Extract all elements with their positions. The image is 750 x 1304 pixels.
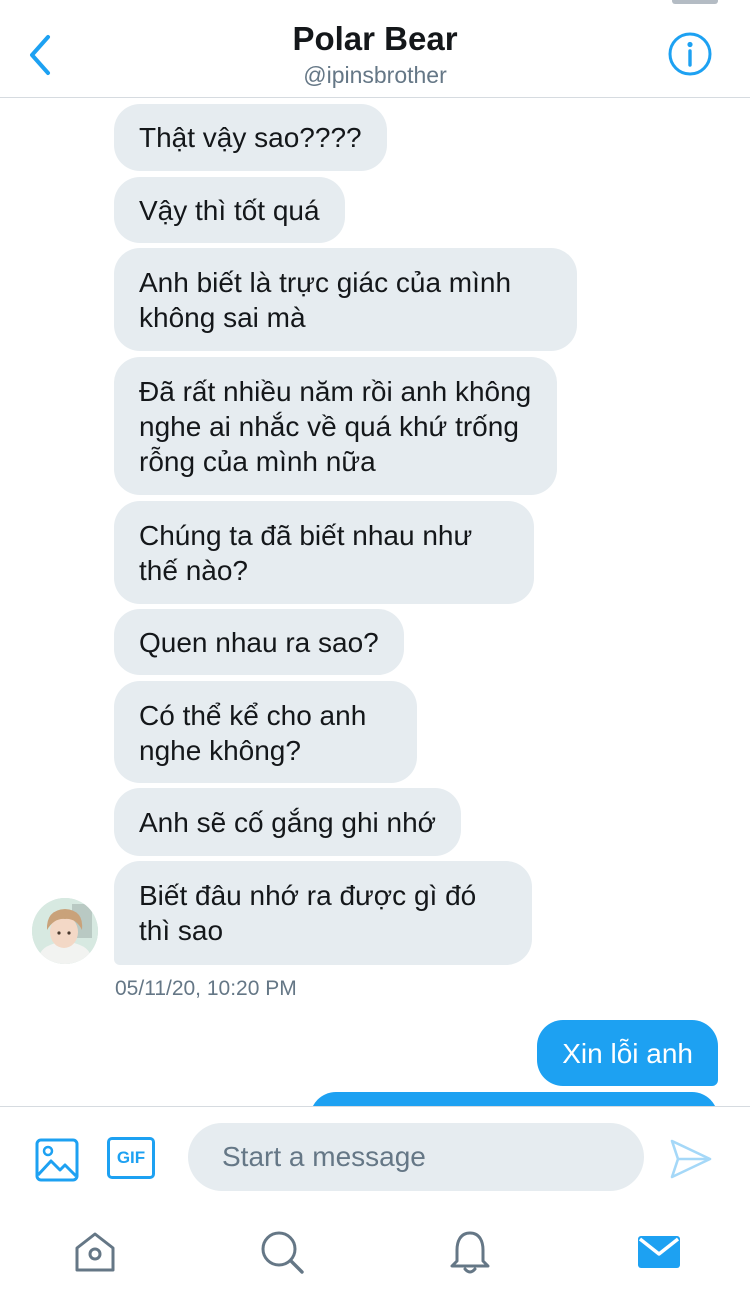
bell-icon [450,1231,490,1274]
received-message[interactable]: Vậy thì tốt quá [114,177,345,243]
add-photo-button[interactable] [34,1137,80,1183]
received-message[interactable]: Chúng ta đã biết nhau như thế nào? [114,501,534,604]
tab-messages[interactable] [635,1228,683,1276]
received-message[interactable]: Anh biết là trực giác của mình không sai… [114,248,577,351]
info-icon [668,32,712,76]
mail-icon [638,1236,680,1268]
image-icon [35,1138,79,1182]
message-input[interactable] [188,1123,644,1191]
send-button[interactable] [668,1137,714,1181]
received-message[interactable]: Đã rất nhiều năm rồi anh không nghe ai n… [114,357,557,495]
page-title: Polar Bear [292,20,458,57]
received-message[interactable]: Biết đâu nhớ ra được gì đó thì sao [114,861,532,965]
sent-message[interactable]: Xin lỗi anh [537,1020,718,1086]
home-icon [75,1232,115,1272]
user-handle: @ipinsbrother [303,62,447,88]
conversation-header: Polar Bear @ipinsbrother [0,0,750,98]
received-message[interactable]: Có thể kể cho anh nghe không? [114,681,417,783]
bottom-tab-bar [0,1206,750,1304]
search-icon [261,1231,304,1274]
message-composer: GIF [0,1106,750,1206]
tab-home[interactable] [71,1228,119,1276]
avatar-image [32,898,98,964]
send-icon [670,1139,712,1179]
message-timestamp: 05/11/20, 10:20 PM [115,977,297,1000]
sent-message-partial[interactable] [310,1092,718,1106]
received-message[interactable]: Quen nhau ra sao? [114,609,404,675]
avatar[interactable] [32,898,98,964]
tab-notifications[interactable] [446,1228,494,1276]
tab-search[interactable] [258,1228,306,1276]
info-button[interactable] [666,30,714,78]
received-message[interactable]: Anh sẽ cố gắng ghi nhớ [114,788,462,856]
gif-button[interactable]: GIF [107,1137,155,1179]
message-list[interactable]: Thật vậy sao???? Vậy thì tốt quá Anh biế… [0,99,750,1106]
status-indicator [672,0,718,4]
received-message[interactable]: Thật vậy sao???? [114,104,387,171]
